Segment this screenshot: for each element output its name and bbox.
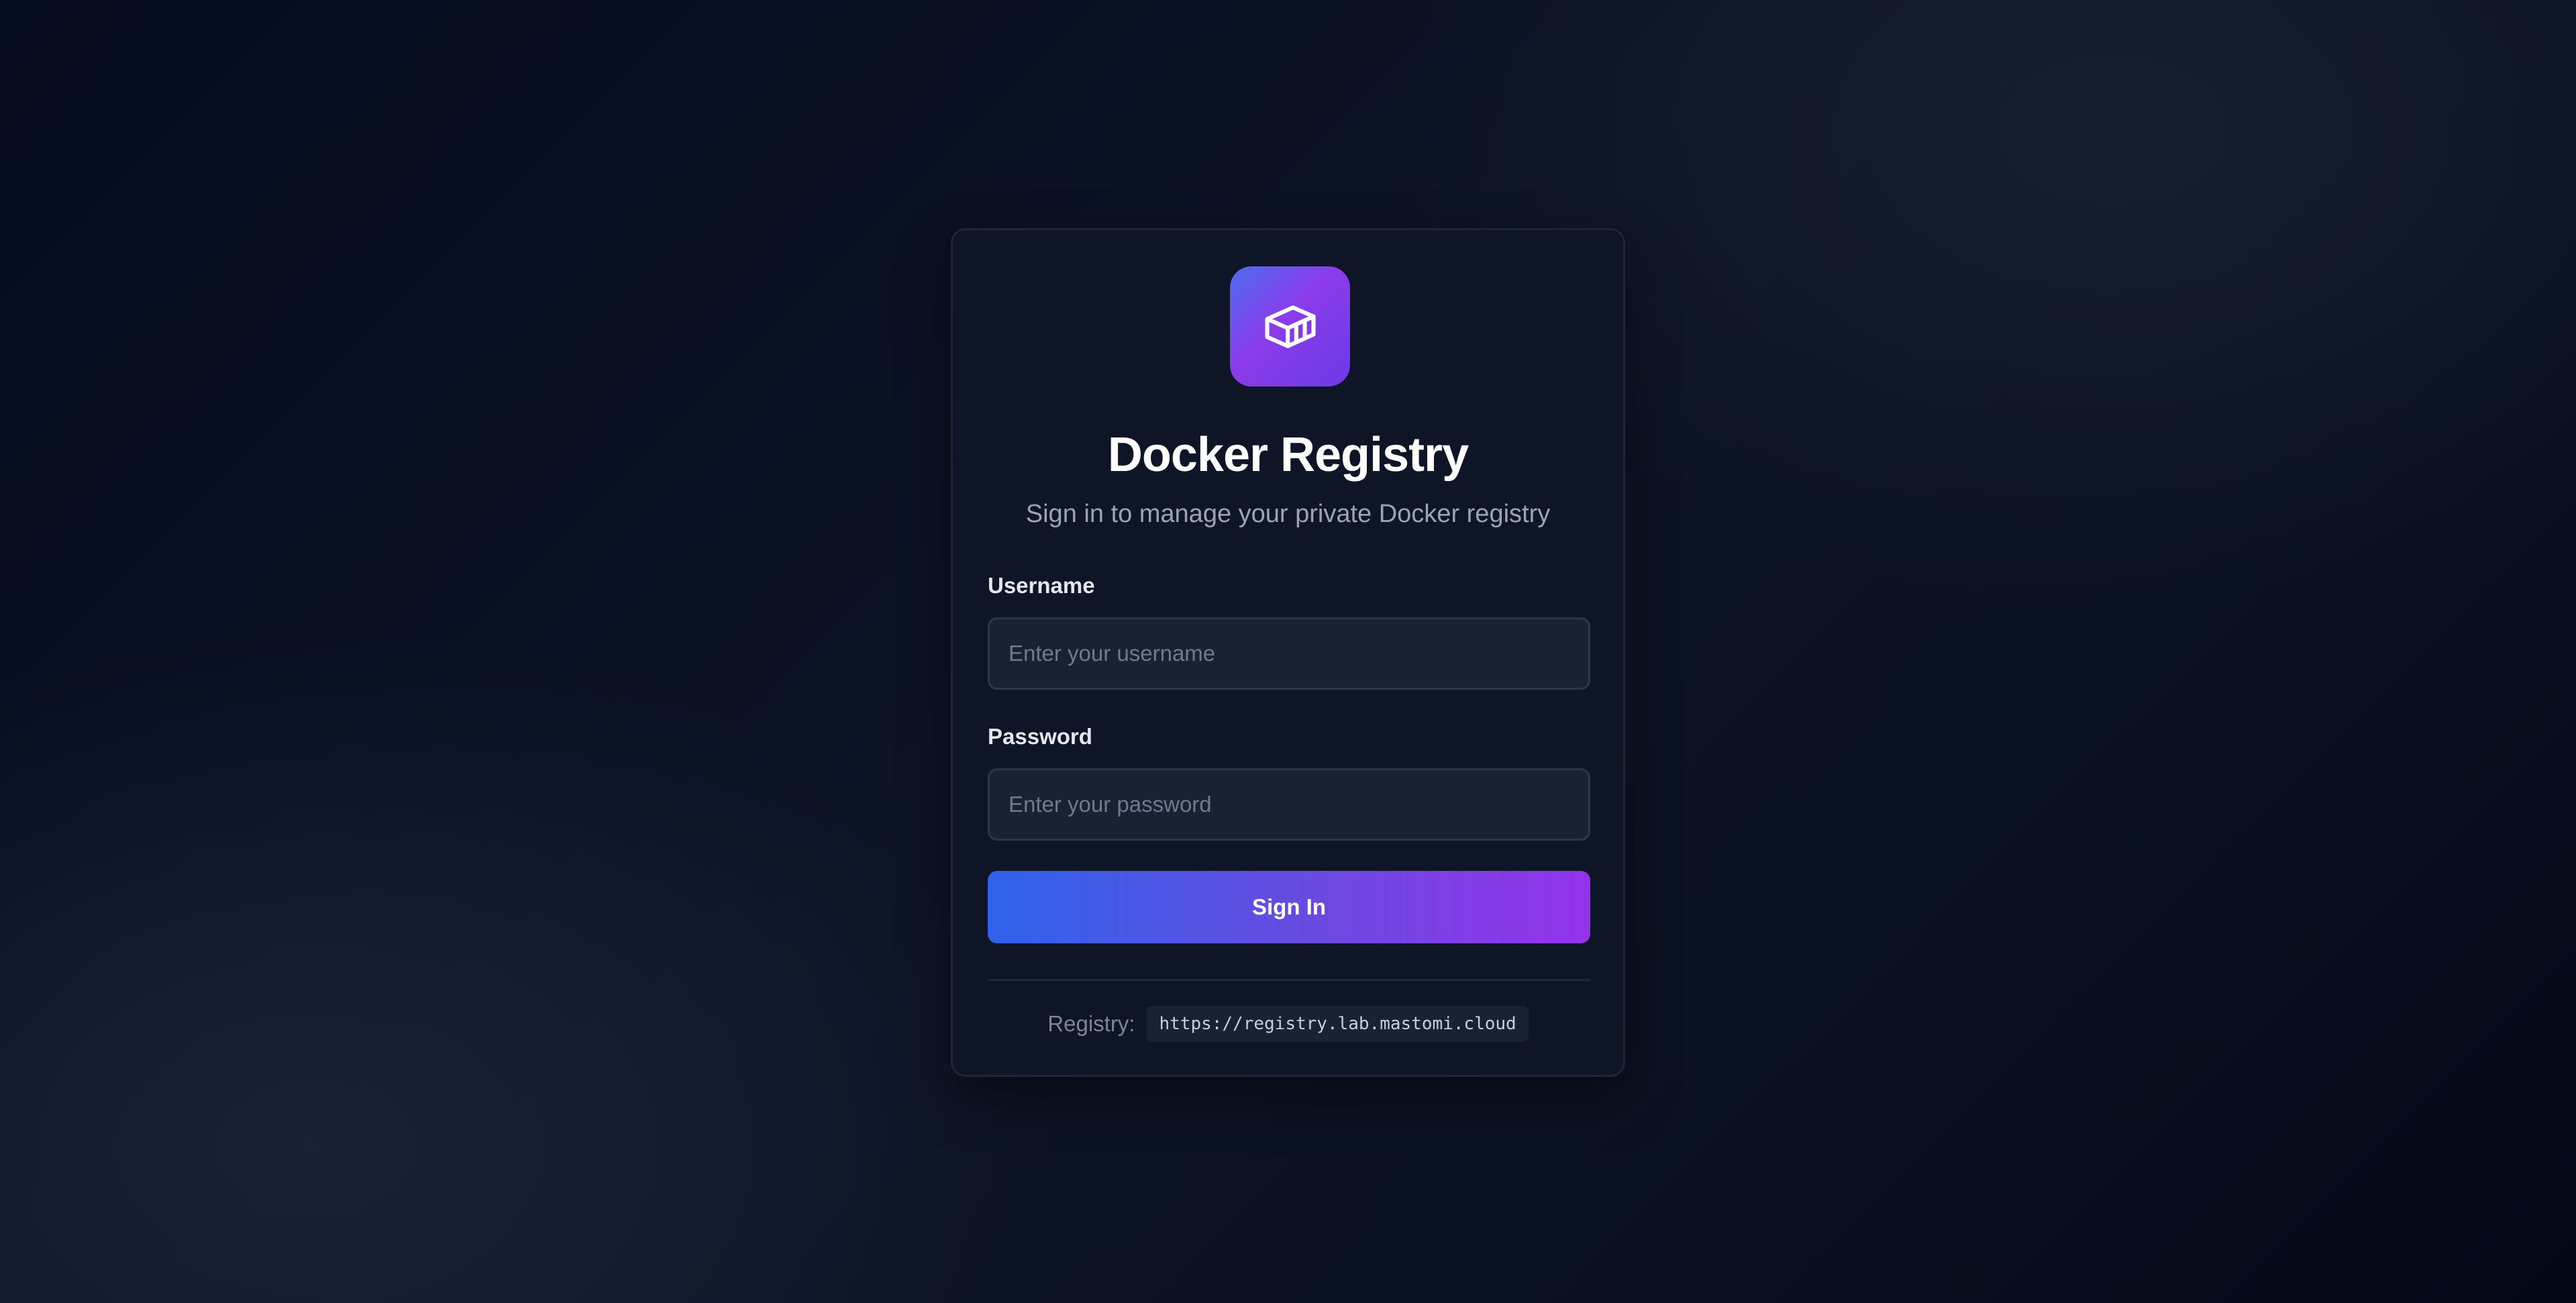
login-card: Docker Registry Sign in to manage your p… xyxy=(951,228,1625,1077)
registry-label: Registry: xyxy=(1047,1011,1135,1036)
password-label: Password xyxy=(988,724,1092,749)
username-label: Username xyxy=(988,573,1095,598)
page-subtitle: Sign in to manage your private Docker re… xyxy=(1025,500,1551,528)
docker-logo xyxy=(1230,266,1350,386)
container-box-icon xyxy=(1264,305,1316,348)
registry-info: Registry: https://registry.lab.mastomi.c… xyxy=(953,1005,1623,1043)
page-title: Docker Registry xyxy=(1107,428,1469,482)
divider xyxy=(988,979,1590,981)
registry-url: https://registry.lab.mastomi.cloud xyxy=(1147,1006,1529,1042)
password-input[interactable] xyxy=(988,768,1590,841)
sign-in-button[interactable]: Sign In xyxy=(988,871,1590,943)
username-input[interactable] xyxy=(988,617,1590,690)
